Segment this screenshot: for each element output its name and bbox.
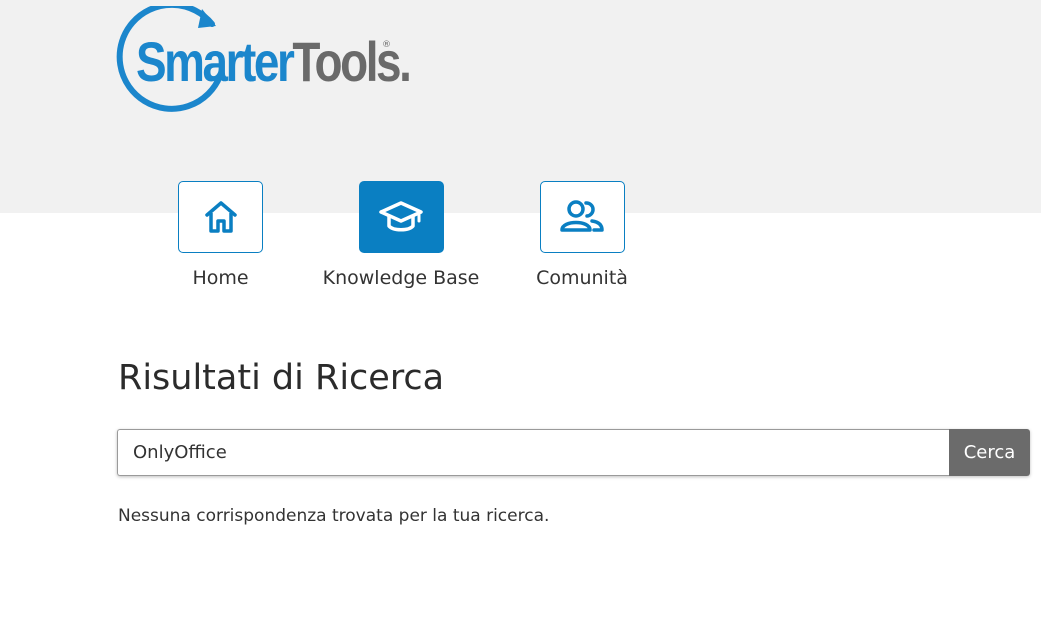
nav-label-home[interactable]: Home [192, 267, 248, 289]
search-button[interactable]: Cerca [949, 429, 1030, 476]
main-nav: Home Knowledge Base Comunità [0, 181, 1041, 291]
registered-mark: ® [382, 40, 391, 50]
nav-label-knowledge-base[interactable]: Knowledge Base [323, 267, 480, 289]
page-title: Risultati di Ricerca [118, 358, 445, 398]
nav-tile-home[interactable] [178, 181, 263, 253]
nav-item-comunita[interactable]: Comunità [536, 181, 628, 289]
nav-item-knowledge-base[interactable]: Knowledge Base [323, 181, 480, 289]
home-icon [204, 201, 237, 233]
nav-label-comunita[interactable]: Comunità [536, 267, 628, 289]
search-bar: Cerca [117, 429, 1030, 476]
nav-tile-comunita[interactable] [539, 181, 625, 253]
graduation-cap-icon [379, 201, 423, 232]
smartertools-logo[interactable]: SmarterTools. ® [116, 6, 412, 122]
nav-tile-knowledge-base[interactable] [358, 181, 444, 253]
users-icon [560, 200, 604, 232]
nav-item-home[interactable]: Home [178, 181, 263, 289]
search-input[interactable] [117, 429, 949, 476]
no-results-message: Nessuna corrispondenza trovata per la tu… [118, 506, 550, 526]
logo-wordmark: SmarterTools. [136, 30, 412, 93]
